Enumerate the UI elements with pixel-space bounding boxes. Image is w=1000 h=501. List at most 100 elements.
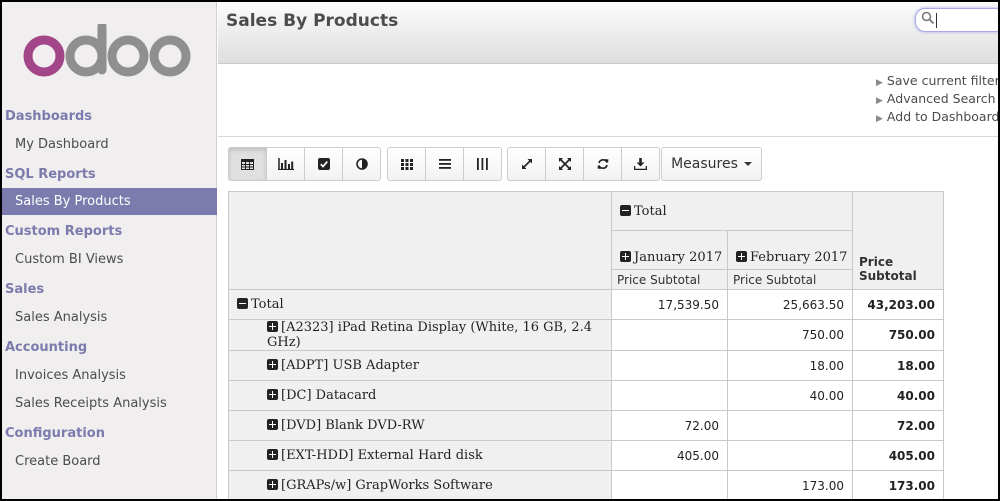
add-to-dashboard-link[interactable]: ▶ Add to Dashboard	[876, 109, 1000, 127]
refresh-button[interactable]	[583, 147, 622, 181]
filter-links: ▶ Save current filter ▶ Advanced Search ▶ A…	[876, 73, 1000, 127]
table-row: [A2323] iPad Retina Display (White, 16 G…	[228, 319, 944, 351]
checkbox-button[interactable]	[304, 147, 343, 181]
measure-header: Price Subtotal	[611, 269, 728, 290]
row-header[interactable]: [DC] Datacard	[228, 380, 612, 411]
sidebar-item-create-board[interactable]: Create Board	[2, 447, 217, 475]
view-button-group	[228, 147, 381, 181]
cell-total: 40.00	[852, 380, 944, 411]
pivot-table: Total Price Subtotal January 2017 Februa…	[228, 191, 944, 501]
row-header[interactable]: [EXT-HDD] External Hard disk	[228, 440, 612, 471]
sidebar-item-custom-bi-views[interactable]: Custom BI Views	[2, 245, 217, 273]
table-row: [DC] Datacard 40.00 40.00	[228, 380, 944, 411]
cell-value	[727, 410, 853, 441]
cell-value: 17,539.50	[611, 289, 728, 320]
layout-button-group	[387, 147, 502, 181]
advanced-search-link[interactable]: ▶ Advanced Search	[876, 91, 1000, 109]
refresh-icon	[597, 158, 608, 170]
columns-view-button[interactable]	[463, 147, 502, 181]
table-row: [ADPT] USB Adapter 18.00 18.00	[228, 350, 944, 381]
arrow-right-icon: ▶	[876, 114, 883, 124]
odoo-logo[interactable]	[22, 24, 194, 84]
sidebar-item-sales-by-products[interactable]: Sales By Products	[2, 188, 217, 215]
cell-total: 405.00	[852, 440, 944, 471]
sidebar-item-my-dashboard[interactable]: My Dashboard	[2, 130, 217, 158]
cell-value	[611, 350, 728, 381]
checkbox-icon	[317, 158, 330, 170]
cell-value: 25,663.50	[727, 289, 853, 320]
list-icon	[438, 159, 451, 169]
section-dashboards: Dashboards	[5, 108, 93, 124]
header-bar: Sales By Products	[218, 2, 1000, 64]
col-header-february-2017[interactable]: February 2017	[727, 230, 853, 270]
row-header[interactable]: [A2323] iPad Retina Display (White, 16 G…	[228, 319, 612, 351]
download-icon	[634, 158, 647, 170]
sidebar-item-invoices-analysis[interactable]: Invoices Analysis	[2, 361, 217, 389]
cell-total: 43,203.00	[852, 289, 944, 320]
action-button-group	[507, 147, 660, 181]
measure-header: Price Subtotal	[727, 269, 853, 290]
list-view-button[interactable]	[425, 147, 464, 181]
cell-value: 405.00	[611, 440, 728, 471]
expand-icon	[620, 251, 631, 262]
section-configuration: Configuration	[5, 425, 105, 441]
cell-value: 72.00	[611, 410, 728, 441]
cell-value: 40.00	[727, 380, 853, 411]
pivot-table-button[interactable]	[228, 147, 267, 181]
cell-value	[611, 470, 728, 501]
cell-total: 750.00	[852, 319, 944, 351]
bar-chart-button[interactable]	[266, 147, 305, 181]
col-header-january-2017[interactable]: January 2017	[611, 230, 728, 270]
cell-value	[727, 440, 853, 471]
row-header[interactable]: [DVD] Blank DVD-RW	[228, 410, 612, 441]
grid-icon	[400, 158, 413, 170]
expand-icon	[267, 359, 278, 370]
text-cursor	[936, 13, 937, 28]
save-current-filter-link[interactable]: ▶ Save current filter	[876, 73, 1000, 91]
expand-icon	[267, 389, 278, 400]
measure-header-total: Price Subtotal	[852, 191, 944, 290]
measures-dropdown[interactable]: Measures	[661, 147, 762, 181]
table-row: [DVD] Blank DVD-RW 72.00 72.00	[228, 410, 944, 441]
sidebar-menu: Dashboards My Dashboard SQL Reports Sale…	[2, 102, 217, 475]
cell-value: 18.00	[727, 350, 853, 381]
cell-value: 750.00	[727, 319, 853, 351]
col-header-total[interactable]: Total	[611, 191, 853, 231]
divider	[218, 136, 998, 137]
search-icon	[921, 11, 935, 25]
row-header[interactable]: [ADPT] USB Adapter	[228, 350, 612, 381]
arrow-right-icon: ▶	[876, 96, 883, 106]
caret-down-icon	[743, 162, 752, 166]
collapse-icon	[620, 204, 631, 216]
collapse-icon	[237, 298, 248, 309]
cell-total: 72.00	[852, 410, 944, 441]
table-row: Total 17,539.50 25,663.50 43,203.00	[228, 289, 944, 320]
expand-icon	[267, 449, 278, 460]
cell-value	[611, 380, 728, 411]
sidebar-item-sales-receipts-analysis[interactable]: Sales Receipts Analysis	[2, 389, 217, 417]
section-sales: Sales	[5, 281, 45, 297]
table-icon	[241, 158, 254, 170]
section-custom-reports: Custom Reports	[5, 223, 123, 239]
columns-icon	[477, 158, 488, 170]
page-title: Sales By Products	[226, 11, 399, 31]
table-row: [EXT-HDD] External Hard disk 405.00 405.…	[228, 440, 944, 471]
section-sql-reports: SQL Reports	[5, 166, 96, 182]
expand-icon	[736, 251, 747, 262]
expand-button[interactable]	[507, 147, 546, 181]
expand-icon	[267, 419, 278, 430]
row-header-total[interactable]: Total	[228, 289, 612, 320]
sidebar-item-sales-analysis[interactable]: Sales Analysis	[2, 303, 217, 331]
table-row: [GRAPs/w] GrapWorks Software 173.00 173.…	[228, 470, 944, 501]
section-accounting: Accounting	[5, 339, 88, 355]
download-button[interactable]	[621, 147, 660, 181]
row-header[interactable]: [GRAPs/w] GrapWorks Software	[228, 470, 612, 501]
sidebar: Dashboards My Dashboard SQL Reports Sale…	[2, 2, 217, 499]
fullscreen-button[interactable]	[545, 147, 584, 181]
expand-icon	[267, 321, 278, 332]
pivot-corner-cell	[228, 191, 612, 290]
search-input[interactable]	[915, 8, 1000, 32]
grid-view-button[interactable]	[387, 147, 426, 181]
pie-chart-button[interactable]	[342, 147, 381, 181]
bar-chart-icon	[277, 158, 294, 170]
